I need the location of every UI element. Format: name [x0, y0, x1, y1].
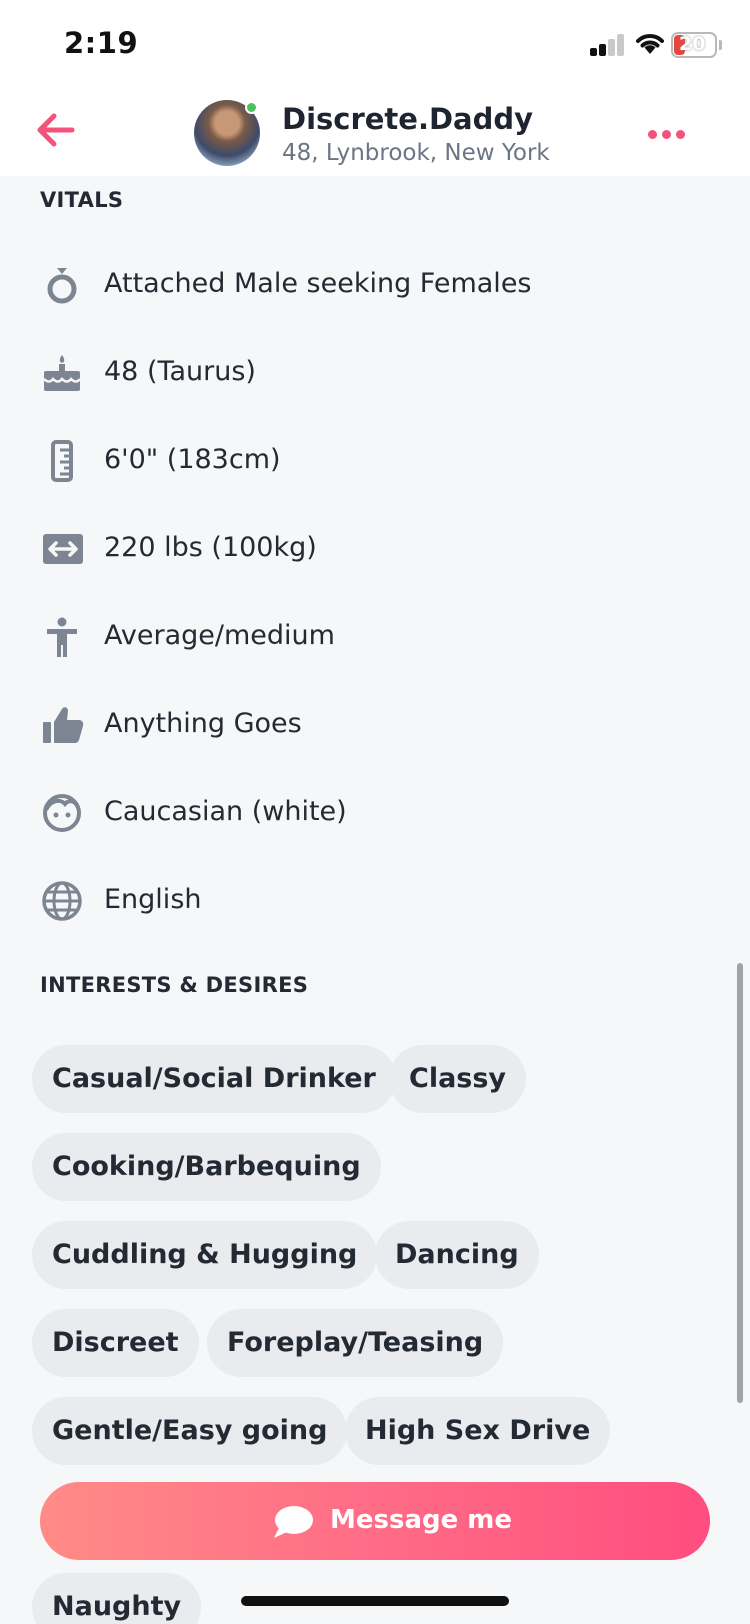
vital-item: Attached Male seeking Females: [40, 255, 700, 315]
ruler-icon: [51, 440, 73, 482]
message-me-label: Message me: [330, 1505, 513, 1535]
battery-icon: 20: [671, 32, 717, 58]
vital-text: 6'0" (183cm): [104, 444, 281, 475]
interest-chip[interactable]: Classy: [389, 1045, 527, 1113]
cellular-signal-icon: [590, 34, 626, 56]
profile-header: Discrete.Daddy 48, Lynbrook, New York: [0, 88, 750, 176]
profile-name: Discrete.Daddy: [282, 102, 534, 136]
vital-item: Average/medium: [40, 607, 700, 667]
chat-bubble-icon: [274, 1506, 313, 1538]
scrollbar[interactable]: [737, 963, 743, 1403]
status-time: 2:19: [64, 26, 139, 60]
interest-chip[interactable]: Dancing: [375, 1221, 539, 1289]
vitals-section-title: VITALS: [40, 188, 124, 212]
vital-text: Caucasian (white): [104, 796, 347, 827]
interest-chip[interactable]: Gentle/Easy going: [32, 1397, 348, 1465]
message-me-button[interactable]: Message me: [40, 1482, 710, 1560]
vital-item: 6'0" (183cm): [40, 431, 700, 491]
vital-text: Average/medium: [104, 620, 335, 651]
interests-section-title: INTERESTS & DESIRES: [40, 973, 309, 997]
status-bar: 2:19 20: [0, 0, 750, 88]
interest-chip[interactable]: High Sex Drive: [345, 1397, 611, 1465]
vital-text: 220 lbs (100kg): [104, 532, 317, 563]
globe-icon: [42, 881, 82, 921]
body-type-icon: [47, 617, 77, 657]
profile-age-location: 48, Lynbrook, New York: [282, 140, 550, 166]
vital-item: 48 (Taurus): [40, 343, 700, 403]
birthday-cake-icon: [43, 355, 81, 391]
interest-chip[interactable]: Discreet: [32, 1309, 199, 1377]
home-indicator[interactable]: [241, 1596, 509, 1606]
vital-item: 220 lbs (100kg): [40, 519, 700, 579]
battery-nub: [719, 40, 722, 50]
vital-item: Anything Goes: [40, 695, 700, 755]
vital-text: Anything Goes: [104, 708, 302, 739]
interest-chip[interactable]: Foreplay/Teasing: [207, 1309, 504, 1377]
weight-arrows-icon: [43, 534, 83, 564]
vital-text: 48 (Taurus): [104, 356, 256, 387]
back-arrow-icon[interactable]: [32, 108, 80, 152]
interest-chip[interactable]: Naughty: [32, 1573, 202, 1624]
vital-text: Attached Male seeking Females: [104, 268, 532, 299]
wifi-icon: [636, 34, 664, 54]
ring-icon: [47, 268, 77, 304]
thumbs-up-icon: [43, 707, 84, 743]
vital-item: Caucasian (white): [40, 783, 700, 843]
interest-chip[interactable]: Cooking/Barbequing: [32, 1133, 381, 1201]
vital-text: English: [104, 884, 202, 915]
battery-level: 20: [679, 33, 706, 55]
vital-item: English: [40, 871, 700, 931]
more-options-button[interactable]: [648, 128, 688, 142]
online-status-dot: [245, 101, 258, 114]
interest-chip[interactable]: Casual/Social Drinker: [32, 1045, 396, 1113]
face-icon: [43, 794, 81, 832]
interest-chip[interactable]: Cuddling & Hugging: [32, 1221, 378, 1289]
